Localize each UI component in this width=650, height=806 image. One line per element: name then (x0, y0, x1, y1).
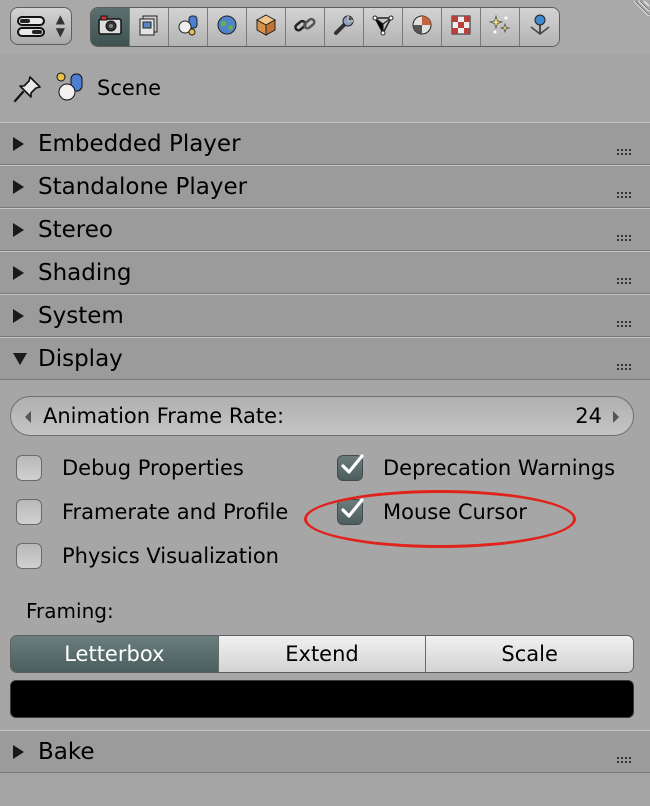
modifiers-wrench-icon (332, 13, 356, 41)
tab-scene[interactable] (169, 8, 208, 46)
checkbox-label: Mouse Cursor (383, 500, 527, 524)
panel-shading[interactable]: Shading (0, 251, 650, 294)
properties-panels: Embedded Player Standalone Player Stereo… (0, 122, 650, 773)
drag-grip-icon[interactable] (617, 356, 632, 375)
panel-stereo[interactable]: Stereo (0, 208, 650, 251)
properties-header: ▲ ▼ (0, 0, 650, 54)
panel-title: Standalone Player (38, 174, 248, 200)
deprecation-warnings-checkbox[interactable]: Deprecation Warnings (337, 451, 615, 485)
panel-bake[interactable]: Bake (0, 730, 650, 773)
drag-grip-icon[interactable] (617, 313, 632, 332)
render-camera-icon (97, 13, 123, 41)
tab-world[interactable] (208, 8, 247, 46)
expand-arrow-icon (11, 264, 27, 286)
checkbox-label: Physics Visualization (62, 544, 279, 568)
debug-properties-checkbox[interactable]: Debug Properties (16, 451, 244, 485)
mouse-cursor-checkbox[interactable]: Mouse Cursor (337, 495, 527, 529)
scene-icon (56, 70, 86, 110)
framing-label: Framing: (26, 599, 114, 623)
expand-arrow-icon (11, 178, 27, 200)
drag-grip-icon[interactable] (617, 184, 632, 203)
tab-modifiers[interactable] (325, 8, 364, 46)
checkbox-box[interactable] (16, 543, 42, 569)
panel-title: Bake (38, 739, 95, 765)
framing-option-scale[interactable]: Scale (426, 636, 633, 672)
tab-render-layers[interactable] (130, 8, 169, 46)
material-sphere-icon (410, 13, 434, 41)
expand-arrow-icon (11, 743, 27, 765)
properties-editor-icon (17, 15, 47, 43)
checkbox-label: Framerate and Profile (62, 500, 289, 524)
tab-material[interactable] (403, 8, 442, 46)
checkbox-label: Deprecation Warnings (383, 456, 616, 480)
physics-icon (528, 13, 552, 41)
context-path: Scene (0, 64, 650, 114)
tab-render[interactable] (91, 8, 130, 46)
properties-context-tabs (90, 7, 560, 47)
panel-title: Display (38, 346, 123, 372)
texture-checker-icon (449, 13, 473, 41)
context-label: Scene (97, 76, 162, 100)
pin-icon[interactable] (12, 73, 44, 109)
panel-title: Shading (38, 260, 132, 286)
editor-type-selector[interactable]: ▲ ▼ (10, 7, 72, 45)
drag-grip-icon[interactable] (617, 270, 632, 289)
scene-icon (176, 13, 200, 41)
checkbox-box[interactable] (337, 454, 364, 481)
checkmark-icon (341, 454, 364, 474)
panel-embedded-player[interactable]: Embedded Player (0, 122, 650, 165)
tab-texture[interactable] (442, 8, 481, 46)
framing-option-extend[interactable]: Extend (218, 636, 427, 672)
expand-arrow-icon (11, 221, 27, 243)
tab-particles[interactable] (481, 8, 520, 46)
framing-option-letterbox[interactable]: Letterbox (11, 636, 219, 672)
expand-arrow-icon (11, 307, 27, 329)
panel-display[interactable]: Display (0, 337, 650, 380)
tab-object-data[interactable] (364, 8, 403, 46)
checkbox-box[interactable] (337, 498, 364, 525)
frame-rate-value: 24 (575, 404, 602, 428)
object-cube-icon (254, 13, 278, 41)
object-data-vertex-icon (371, 13, 395, 41)
collapse-arrow-icon (11, 350, 29, 372)
panel-title: Stereo (38, 217, 113, 243)
checkbox-box[interactable] (16, 499, 42, 525)
render-layers-icon (137, 13, 161, 41)
frame-rate-label: Animation Frame Rate: (43, 404, 285, 428)
framing-selector: Letterbox Extend Scale (10, 635, 634, 673)
panel-standalone-player[interactable]: Standalone Player (0, 165, 650, 208)
chevron-updown-icon: ▲ ▼ (55, 12, 65, 39)
panel-title: Embedded Player (38, 131, 241, 157)
world-icon (215, 13, 239, 41)
framerate-and-profile-checkbox[interactable]: Framerate and Profile (16, 495, 288, 529)
drag-grip-icon[interactable] (617, 749, 632, 768)
physics-visualization-checkbox[interactable]: Physics Visualization (16, 539, 279, 573)
display-panel-body: Animation Frame Rate: 24 Debug Propertie… (0, 380, 650, 730)
panel-system[interactable]: System (0, 294, 650, 337)
animation-frame-rate-field[interactable]: Animation Frame Rate: 24 (10, 396, 634, 436)
increment-arrow-icon[interactable] (611, 409, 621, 428)
drag-grip-icon[interactable] (617, 227, 632, 246)
tab-constraints[interactable] (286, 8, 325, 46)
particles-icon (488, 13, 512, 41)
decrement-arrow-icon[interactable] (23, 409, 33, 428)
checkbox-label: Debug Properties (62, 456, 244, 480)
framing-color-field[interactable] (10, 680, 634, 718)
checkbox-box[interactable] (16, 455, 42, 481)
area-split-corner-icon[interactable] (626, 0, 650, 24)
tab-physics[interactable] (520, 8, 559, 46)
constraints-chain-icon (293, 13, 317, 41)
checkmark-icon (341, 498, 364, 518)
drag-grip-icon[interactable] (617, 141, 632, 160)
panel-title: System (38, 303, 124, 329)
expand-arrow-icon (11, 135, 27, 157)
tab-object[interactable] (247, 8, 286, 46)
